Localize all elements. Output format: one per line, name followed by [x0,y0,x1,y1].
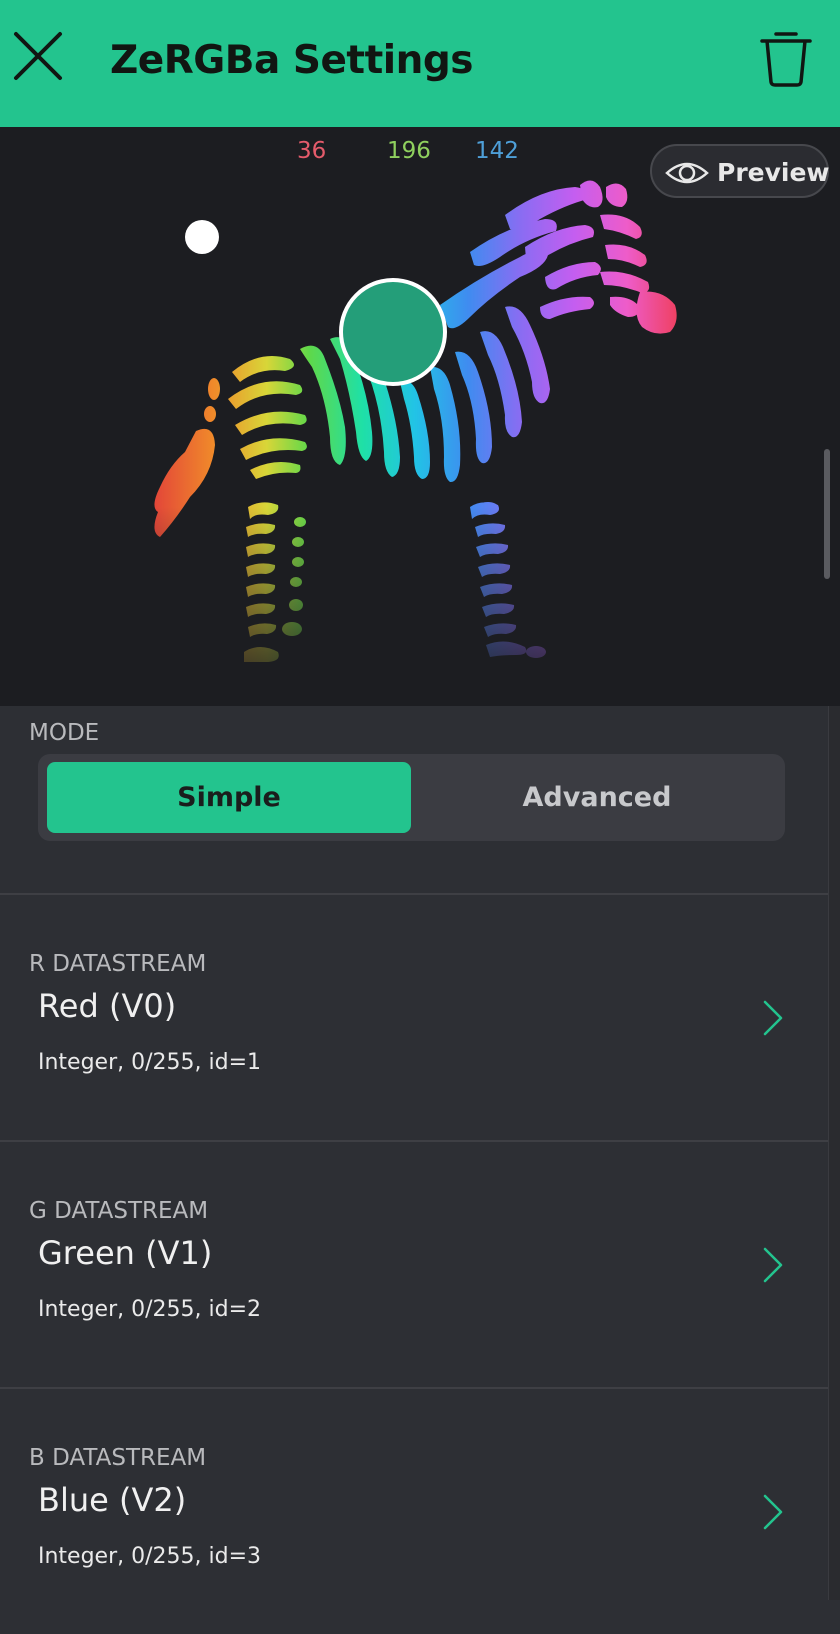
eye-icon [665,162,709,184]
chevron-right-icon [763,1247,783,1283]
color-preview-area: 36 196 142 Preview [0,127,840,706]
mode-simple-label: Simple [177,782,281,813]
datastream-caption: G DATASTREAM [29,1198,209,1224]
chevron-right-icon [763,1494,783,1530]
color-picker-handle[interactable] [339,278,447,386]
datastream-caption: R DATASTREAM [29,951,207,977]
preview-label: Preview [717,158,830,187]
app-header: ZeRGBa Settings [0,0,840,127]
delete-button[interactable] [756,26,816,88]
settings-panel: MODE Simple Advanced R DATASTREAM Red (V… [0,706,828,1600]
mode-advanced-button[interactable]: Advanced [418,762,776,833]
brightness-handle[interactable] [185,220,219,254]
mode-label: MODE [29,720,100,746]
datastream-meta: Integer, 0/255, id=2 [38,1297,262,1322]
datastream-caption: B DATASTREAM [29,1445,207,1471]
datastream-name: Green (V1) [38,1234,213,1272]
chevron-right-icon [763,1000,783,1036]
panel-edge [828,706,840,1600]
trash-icon [760,32,812,87]
datastream-meta: Integer, 0/255, id=1 [38,1050,262,1075]
datastream-name: Blue (V2) [38,1481,187,1519]
preview-button[interactable]: Preview [650,144,830,198]
datastream-row-b[interactable]: B DATASTREAM Blue (V2) Integer, 0/255, i… [0,1387,828,1634]
datastream-meta: Integer, 0/255, id=3 [38,1544,262,1569]
mode-simple-button[interactable]: Simple [47,762,411,833]
close-icon [14,32,62,80]
datastream-name: Red (V0) [38,987,177,1025]
scrollbar[interactable] [824,449,830,579]
close-button[interactable] [8,22,68,88]
mode-segmented-control: Simple Advanced [38,754,785,841]
datastream-row-g[interactable]: G DATASTREAM Green (V1) Integer, 0/255, … [0,1140,828,1387]
datastream-row-r[interactable]: R DATASTREAM Red (V0) Integer, 0/255, id… [0,893,828,1140]
page-title: ZeRGBa Settings [110,38,473,83]
mode-advanced-label: Advanced [522,782,672,813]
zebra-color-wheel[interactable] [0,127,840,706]
